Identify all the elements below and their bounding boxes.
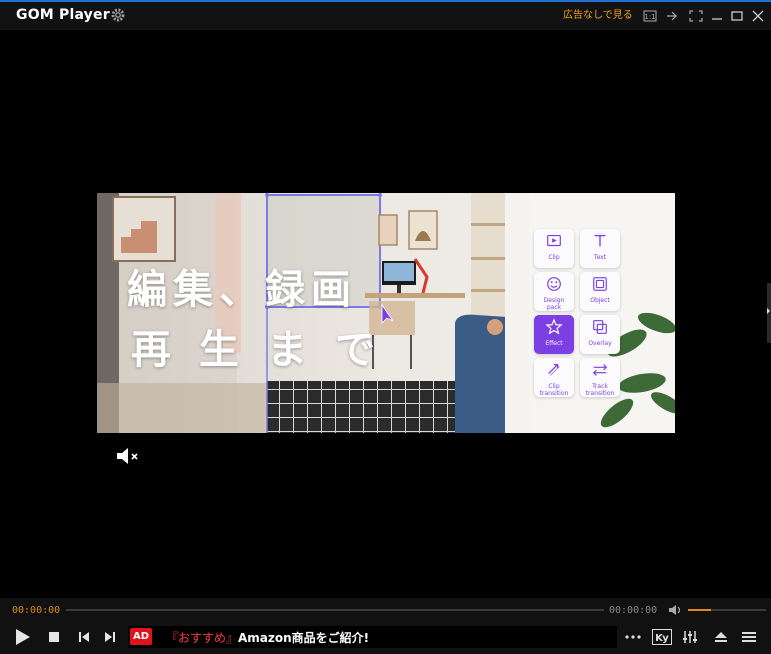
drawer-arrow-icon [767, 308, 770, 314]
ad-message: Amazon商品をご紹介! [238, 631, 370, 645]
close-icon[interactable] [751, 10, 765, 22]
tool-label: Clip transition [539, 383, 569, 397]
skip-previous-icon [79, 632, 89, 642]
tool-label: Clip [548, 254, 560, 261]
equalizer-icon [683, 631, 697, 643]
total-time: 00:00:00 [609, 605, 658, 616]
current-time: 00:00:00 [12, 605, 61, 616]
hamburger-menu-icon [742, 632, 756, 642]
tool-label: Object [590, 297, 610, 304]
object-icon [593, 277, 607, 291]
volume-icon[interactable] [668, 603, 684, 617]
maximize-icon[interactable] [730, 10, 744, 22]
more-options-button[interactable] [623, 627, 643, 647]
tool-tile-clip-transition[interactable]: Clip transition [534, 358, 574, 397]
overlay-icon [593, 320, 607, 334]
eject-icon [715, 632, 727, 642]
tool-label: Track transition [585, 383, 615, 397]
ad-text[interactable]: 『おすすめ』Amazon商品をご紹介! [166, 629, 369, 646]
play-button[interactable] [12, 627, 32, 647]
volume-level-fill [688, 609, 711, 611]
tool-label: Effect [545, 340, 563, 347]
tool-tile-text[interactable]: Text [580, 229, 620, 268]
always-on-top-icon[interactable] [665, 10, 679, 22]
eject-button[interactable] [711, 627, 731, 647]
ad-highlight-text: 『おすすめ』 [166, 631, 239, 645]
clip-icon [547, 235, 561, 247]
ky-logo-icon: Ky [652, 629, 672, 645]
headline-line-2: 再生まで [131, 327, 403, 373]
minimize-icon[interactable] [710, 10, 724, 22]
svg-text:1:1: 1:1 [644, 13, 655, 21]
clip-transition-icon [548, 363, 560, 376]
app-logo: GOM Player [16, 7, 110, 23]
muted-speaker-icon[interactable] [115, 446, 141, 466]
tool-tile-track-transition[interactable]: Track transition [580, 358, 620, 397]
tool-label: Overlay [588, 340, 612, 347]
stop-icon [49, 632, 59, 642]
ad-free-link[interactable]: 広告なしで見る [563, 9, 633, 23]
equalizer-button[interactable] [680, 627, 700, 647]
more-dots-icon [625, 635, 641, 639]
stop-button[interactable] [44, 627, 64, 647]
tool-label: Design pack [543, 297, 565, 311]
compact-mode-icon[interactable]: 1:1 [643, 10, 657, 22]
play-icon [16, 629, 30, 645]
kakao-button[interactable]: Ky [652, 627, 672, 647]
headline-line-1: 編集、録画 [127, 267, 357, 313]
svg-text:Ky: Ky [655, 633, 669, 644]
next-button[interactable] [100, 627, 120, 647]
text-icon [594, 234, 606, 247]
fullscreen-icon[interactable] [689, 10, 703, 22]
seek-bar[interactable] [66, 609, 604, 611]
volume-slider[interactable] [688, 609, 766, 611]
menu-button[interactable] [739, 627, 759, 647]
ad-banner[interactable]: AD 『おすすめ』Amazon商品をご紹介! [128, 626, 617, 648]
settings-gear-icon[interactable] [110, 7, 126, 23]
effect-icon [545, 318, 563, 335]
tool-label: Text [593, 254, 607, 261]
tool-tile-overlay[interactable]: Overlay [580, 315, 620, 354]
design-pack-icon [547, 277, 561, 291]
tool-tile-object[interactable]: Object [580, 272, 620, 311]
tool-tile-design-pack[interactable]: Design pack [534, 272, 574, 311]
video-frame: 編集、録画 再生まで Clip Text Design pack Object Effe… [97, 193, 675, 433]
tool-tile-effect[interactable]: Effect [534, 315, 574, 354]
ad-badge: AD [130, 628, 152, 645]
previous-button[interactable] [74, 627, 94, 647]
skip-next-icon [105, 632, 115, 642]
title-bar[interactable]: GOM Player 広告なしで見る 1:1 [0, 0, 771, 30]
track-transition-icon [592, 364, 608, 376]
gom-player-window: GOM Player 広告なしで見る 1:1 編集、録画 再生まで Clip T… [0, 0, 771, 654]
tool-tile-clip[interactable]: Clip [534, 229, 574, 268]
